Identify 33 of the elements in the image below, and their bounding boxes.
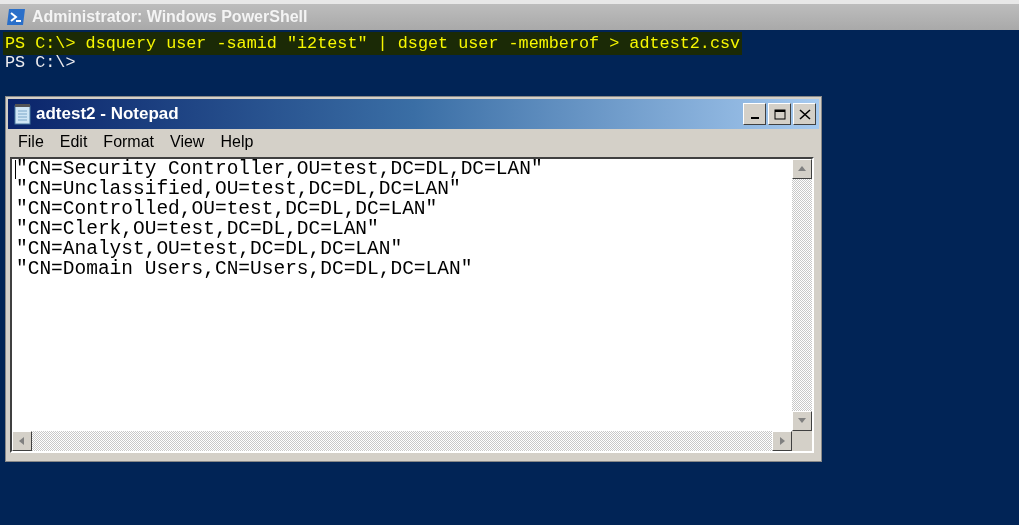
text-line: "CN=Domain Users,CN=Users,DC=DL,DC=LAN" [16, 259, 473, 279]
menu-item[interactable]: View [162, 133, 213, 151]
triangle-right-icon [777, 436, 787, 446]
triangle-left-icon [17, 436, 27, 446]
maximize-button[interactable] [768, 103, 791, 125]
scroll-right-button[interactable] [772, 431, 792, 451]
horizontal-scrollbar[interactable] [12, 431, 792, 451]
text-line: "CN=Clerk,OU=test,DC=DL,DC=LAN" [16, 219, 379, 239]
minimize-icon [750, 117, 759, 119]
window-title: adtest2 - Notepad [36, 104, 180, 124]
scroll-left-button[interactable] [12, 431, 32, 451]
window-title: Administrator: Windows PowerShell [32, 8, 308, 26]
text-cursor [15, 160, 16, 179]
notepad-icon [12, 103, 32, 125]
maximize-icon [773, 108, 786, 120]
text-line: "CN=Controlled,OU=test,DC=DL,DC=LAN" [16, 199, 438, 219]
console-line: PS C:\> [5, 53, 76, 72]
menu-item[interactable]: Format [95, 133, 163, 151]
menu-item[interactable]: Help [212, 133, 262, 151]
text-line: "CN=Security Controller,OU=test,DC=DL,DC=LAN" [16, 159, 543, 179]
powershell-icon [6, 8, 26, 26]
menu-item[interactable]: File [10, 133, 52, 151]
minimize-button[interactable] [743, 103, 766, 125]
triangle-up-icon [797, 164, 807, 174]
size-grip[interactable] [792, 431, 812, 451]
close-button[interactable] [793, 103, 816, 125]
close-icon [798, 108, 811, 120]
menu-item[interactable]: Edit [51, 133, 96, 151]
text-line: "CN=Analyst,OU=test,DC=DL,DC=LAN" [16, 239, 403, 259]
text-line: "CN=Unclassified,OU=test,DC=DL,DC=LAN" [16, 179, 461, 199]
vertical-scrollbar[interactable] [792, 159, 812, 431]
scroll-up-button[interactable] [792, 159, 812, 179]
scroll-down-button[interactable] [792, 411, 812, 431]
